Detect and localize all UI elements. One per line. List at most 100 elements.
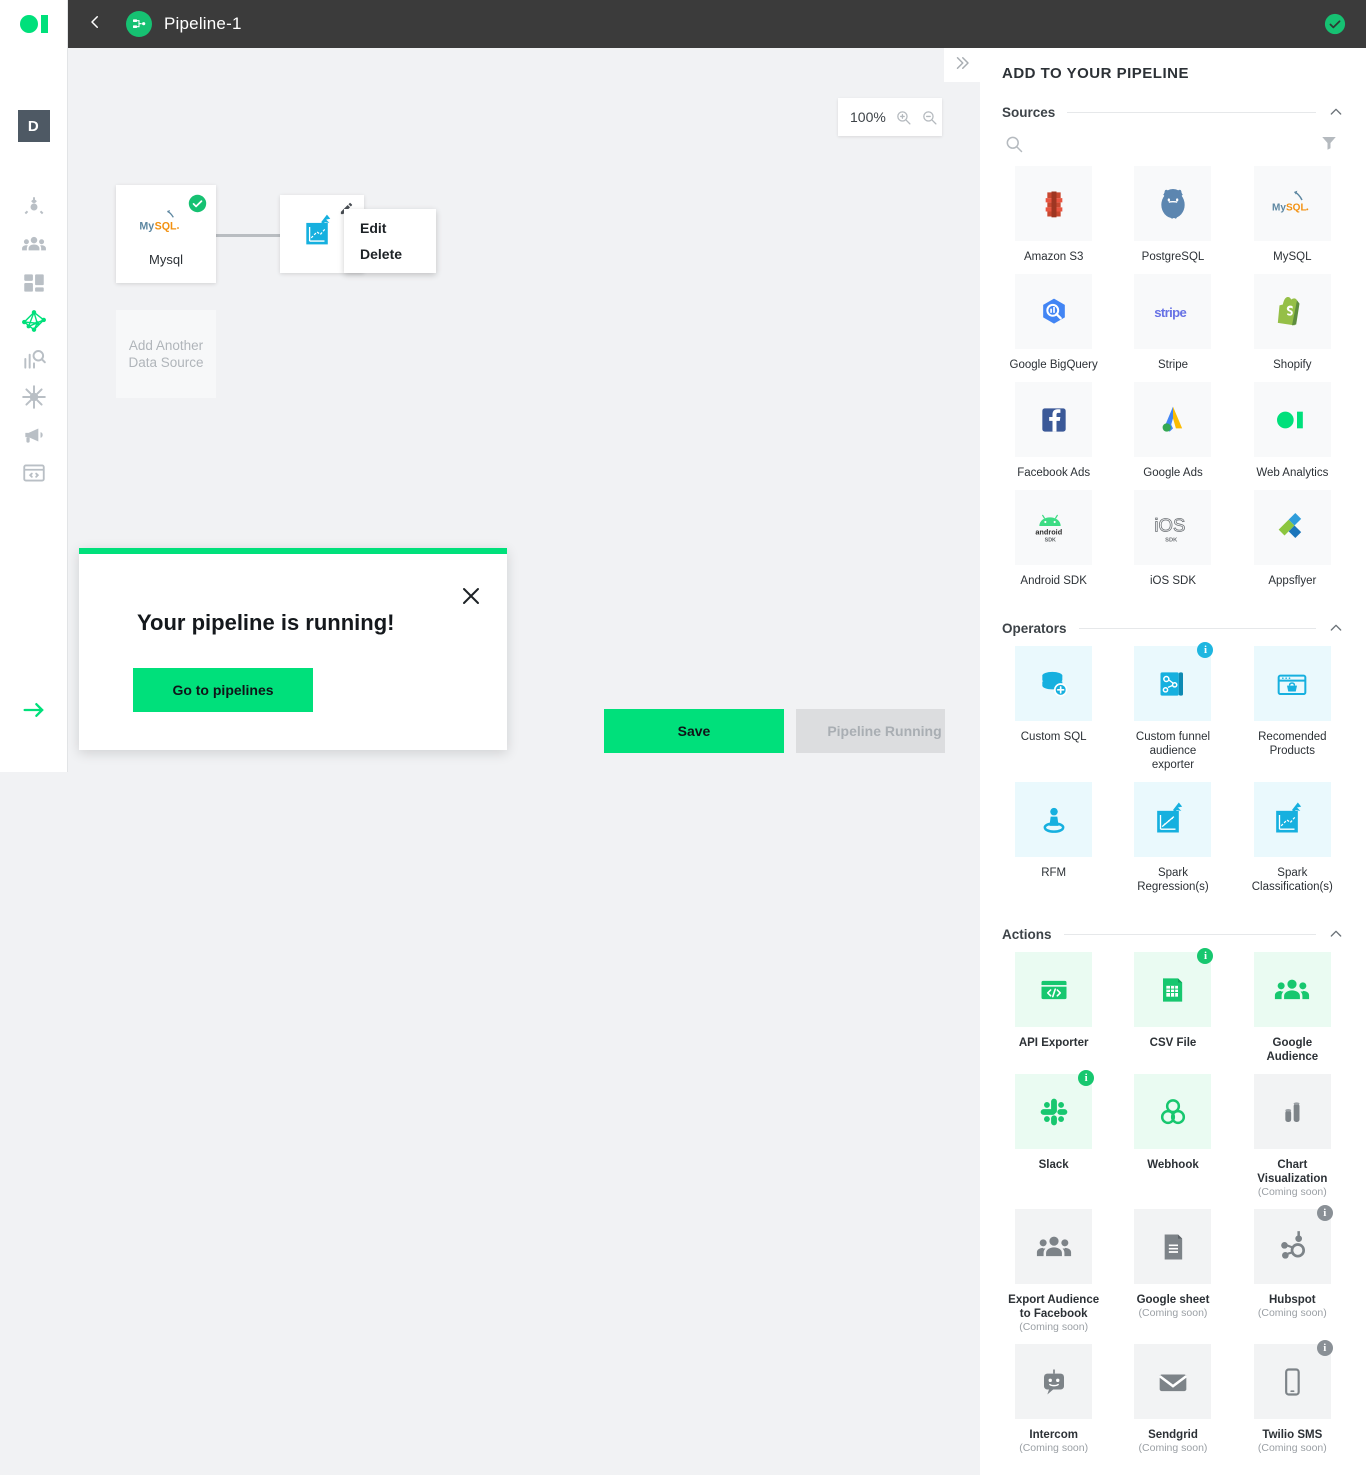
modal-accent-bar [79, 548, 507, 554]
tile-spark-regression-s[interactable]: Spark Regression(s) [1113, 782, 1232, 904]
chevron-left-icon [86, 13, 104, 36]
zoom-level: 100% [850, 109, 886, 125]
filter-icon[interactable] [1320, 134, 1342, 156]
tile-google-audience[interactable]: Google Audience [1233, 952, 1352, 1074]
save-button[interactable]: Save [604, 709, 784, 753]
tile-appsflyer[interactable]: Appsflyer [1233, 490, 1352, 598]
tile-postgresql[interactable]: PostgreSQL [1113, 166, 1232, 274]
node-context-menu[interactable]: Edit Delete [344, 209, 436, 273]
chevron-up-icon[interactable] [1328, 926, 1344, 942]
info-badge-icon[interactable]: i [1197, 948, 1214, 964]
audience-people-icon [21, 232, 47, 258]
chevron-up-icon[interactable] [1328, 104, 1344, 120]
google-bigquery-logo-icon [1034, 292, 1074, 332]
modal-title: Your pipeline is running! [137, 610, 395, 635]
tile-web-analytics[interactable]: Web Analytics [1233, 382, 1352, 490]
tile-mysql[interactable]: My SQL MySQL [1233, 166, 1352, 274]
tile-icon-box [1015, 1209, 1093, 1284]
tile-shopify[interactable]: Shopify [1233, 274, 1352, 382]
tile-amazon-s3[interactable]: Amazon S3 [994, 166, 1113, 274]
sidebar-next-button[interactable] [20, 696, 48, 724]
svg-text:SDK: SDK [1165, 537, 1178, 543]
pipeline-network-icon [21, 308, 47, 334]
context-menu-item-edit[interactable]: Edit [344, 215, 436, 241]
tile-custom-funnel-audience-exporter[interactable]: i Custom funnel audience exporter [1113, 642, 1232, 782]
svg-text:SQL: SQL [1286, 202, 1307, 213]
tile-label: Web Analytics [1256, 467, 1329, 479]
tile-icon-box [1253, 1074, 1331, 1149]
canvas-node-mysql[interactable]: My SQL Mysql [116, 185, 216, 283]
info-badge-icon[interactable]: i [1316, 1205, 1333, 1221]
tile-ios-sdk[interactable]: iOS SDK iOS SDK [1113, 490, 1232, 598]
close-icon[interactable] [459, 584, 483, 608]
funnel-blueprint-icon-icon [1153, 664, 1193, 704]
add-source-line2: Data Source [128, 355, 204, 370]
context-menu-item-delete[interactable]: Delete [344, 241, 436, 267]
envelope-icon-icon [1153, 1362, 1193, 1402]
ios-sdk-logo-icon: iOS SDK [1153, 508, 1193, 548]
tile-api-exporter[interactable]: API Exporter [994, 952, 1113, 1074]
web-analytics-logo-icon [1272, 400, 1312, 440]
tile-google-ads[interactable]: Google Ads [1113, 382, 1232, 490]
tile-label: Facebook Ads [1017, 467, 1091, 479]
go-to-pipelines-button[interactable]: Go to pipelines [133, 668, 313, 712]
zoom-in-icon[interactable] [895, 109, 912, 126]
app-header: Pipeline-1 [68, 0, 1366, 48]
tile-rfm[interactable]: RFM [994, 782, 1113, 904]
tile-stripe[interactable]: stripe Stripe [1113, 274, 1232, 382]
tile-icon-box: android SDK [1015, 490, 1093, 565]
tile-icon-box [1253, 952, 1331, 1027]
rfm-person-icon-icon [1034, 800, 1074, 840]
sidebar-item-dashboard[interactable] [17, 266, 51, 300]
tile-icon-box [1253, 274, 1331, 349]
tile-android-sdk[interactable]: android SDK Android SDK [994, 490, 1113, 598]
postgresql-logo-icon [1153, 184, 1193, 224]
chevron-up-icon[interactable] [1328, 620, 1344, 636]
zoom-out-icon[interactable] [921, 109, 938, 126]
tile-google-bigquery[interactable]: Google BigQuery [994, 274, 1113, 382]
info-badge-icon[interactable]: i [1078, 1070, 1095, 1086]
info-badge-icon[interactable]: i [1197, 642, 1214, 658]
tile-icon-box [1253, 490, 1331, 565]
tile-recomended-products[interactable]: Recomended Products [1233, 646, 1352, 782]
tile-label: Spark Regression(s) [1137, 867, 1209, 893]
sidebar-item-analytics[interactable] [17, 342, 51, 376]
coming-soon-label: (Coming soon) [1019, 1321, 1089, 1333]
info-badge-icon[interactable]: i [1316, 1340, 1333, 1356]
add-another-data-source-tile[interactable]: Add Another Data Source [116, 310, 216, 398]
megaphone-campaign-icon [21, 422, 47, 448]
sidebar-item-audience[interactable] [17, 228, 51, 262]
dashboard-grid-icon [21, 270, 47, 296]
tile-slack[interactable]: i Slack [994, 1070, 1113, 1209]
tile-webhook[interactable]: Webhook [1113, 1074, 1232, 1209]
tile-icon-box [1015, 952, 1093, 1027]
add-source-line1: Add Another [128, 338, 204, 353]
chevron-double-right-icon [953, 54, 971, 77]
sidebar-item-data[interactable] [17, 380, 51, 414]
tile-twilio-sms: i Twilio SMS (Coming soon) [1233, 1340, 1352, 1465]
sidebar-item-code[interactable] [17, 456, 51, 490]
tile-spark-classification-s[interactable]: Spark Classification(s) [1233, 782, 1352, 904]
user-import-icon [21, 194, 47, 220]
tile-chart-visualization: Chart Visualization (Coming soon) [1233, 1074, 1352, 1209]
sidebar-item-pipelines[interactable] [17, 304, 51, 338]
brand-logo[interactable] [19, 0, 48, 48]
appsflyer-logo-icon [1272, 508, 1312, 548]
recommended-products-icon-icon [1272, 664, 1312, 704]
panel-collapse-button[interactable] [944, 48, 980, 82]
sidebar-item-campaigns[interactable] [17, 418, 51, 452]
tile-custom-sql[interactable]: Custom SQL [994, 646, 1113, 782]
canvas-node-label: Mysql [149, 252, 183, 267]
sidebar-item-user-import[interactable] [17, 190, 51, 224]
svg-text:My: My [1272, 202, 1286, 213]
tile-facebook-ads[interactable]: Facebook Ads [994, 382, 1113, 490]
tile-label: Shopify [1273, 359, 1312, 371]
search-icon[interactable] [1004, 134, 1026, 156]
avatar[interactable]: D [17, 110, 50, 142]
snowflake-data-icon [21, 384, 47, 410]
tile-csv-file[interactable]: i CSV File [1113, 948, 1232, 1074]
document-icon-icon [1153, 1227, 1193, 1267]
divider [1067, 111, 1316, 113]
back-button[interactable] [82, 11, 108, 37]
tile-label: API Exporter [1018, 1037, 1089, 1049]
